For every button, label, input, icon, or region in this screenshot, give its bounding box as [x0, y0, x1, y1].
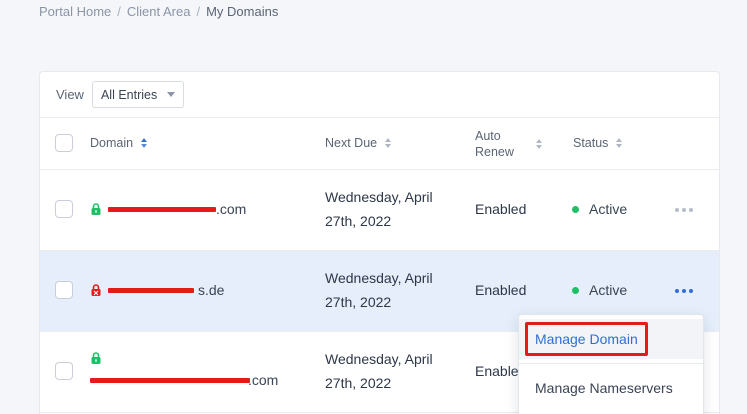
- lock-icon: [91, 203, 101, 215]
- status-badge: Active: [572, 282, 627, 298]
- status-text: Active: [589, 282, 628, 298]
- table-header: Domain Next Due Auto Renew Status: [40, 117, 719, 170]
- chevron-down-icon: [167, 92, 176, 97]
- next-due-line1: Wednesday, April: [325, 189, 433, 205]
- column-header-domain[interactable]: Domain: [90, 136, 148, 150]
- sort-icon: [385, 138, 392, 148]
- menu-divider: [519, 363, 703, 364]
- breadcrumb-client-area[interactable]: Client Area: [127, 4, 191, 19]
- next-due-line2: 27th, 2022: [325, 213, 392, 229]
- next-due-line1: Wednesday, April: [325, 351, 433, 367]
- lock-icon: [91, 352, 101, 364]
- auto-renew-cell: Enabled: [475, 282, 527, 298]
- breadcrumb-separator: /: [196, 4, 201, 19]
- breadcrumb-current: My Domains: [206, 4, 279, 19]
- breadcrumb-portal-home[interactable]: Portal Home: [39, 4, 111, 19]
- view-filter-select[interactable]: All Entries: [91, 81, 185, 108]
- next-due-line2: 27th, 2022: [325, 294, 392, 310]
- table-toolbar: View All Entries: [40, 72, 719, 117]
- domain-cell[interactable]: .com: [90, 352, 290, 388]
- status-badge: Active: [572, 201, 627, 217]
- column-header-domain-label: Domain: [90, 136, 134, 150]
- domain-suffix: s.de: [198, 282, 225, 298]
- auto-renew-cell: Enabled: [475, 201, 527, 217]
- column-header-auto-renew-line1: Auto: [475, 129, 501, 143]
- highlight-box: [525, 322, 648, 356]
- lock-icon: [91, 284, 101, 296]
- next-due-cell: Wednesday, April 27th, 2022: [325, 185, 433, 233]
- domain-cell[interactable]: .com: [90, 201, 246, 217]
- select-all-checkbox[interactable]: [55, 134, 73, 152]
- domain-cell[interactable]: s.de: [90, 282, 224, 298]
- menu-item-manage-domain[interactable]: Manage Domain: [519, 319, 703, 359]
- status-dot-icon: [572, 286, 579, 294]
- breadcrumb: Portal Home / Client Area / My Domains: [39, 4, 278, 19]
- domain-suffix: .com: [248, 372, 279, 388]
- column-header-auto-renew-line2: Renew: [475, 145, 514, 159]
- more-options-icon[interactable]: [675, 289, 693, 293]
- sort-icon: [141, 138, 148, 148]
- status-dot-icon: [572, 205, 579, 213]
- column-header-status[interactable]: Status: [573, 136, 623, 150]
- next-due-cell: Wednesday, April 27th, 2022: [325, 266, 433, 314]
- sort-icon: [616, 138, 623, 148]
- row-checkbox[interactable]: [55, 200, 73, 218]
- column-header-auto-renew-label: Auto Renew: [475, 128, 514, 160]
- column-header-next-due[interactable]: Next Due: [325, 136, 392, 150]
- redacted-domain: [108, 206, 216, 212]
- row-checkbox[interactable]: [55, 362, 73, 380]
- column-header-auto-renew[interactable]: Auto Renew: [475, 128, 542, 160]
- redacted-domain: [90, 377, 250, 383]
- domain-text: .com: [90, 372, 290, 388]
- breadcrumb-separator: /: [117, 4, 121, 19]
- more-options-icon[interactable]: [675, 208, 693, 212]
- row-checkbox[interactable]: [55, 281, 73, 299]
- view-filter-value: All Entries: [100, 87, 158, 102]
- redacted-domain: [108, 287, 194, 293]
- domain-suffix: .com: [216, 201, 247, 217]
- menu-item-manage-nameservers[interactable]: Manage Nameservers: [519, 370, 703, 406]
- view-label: View: [56, 87, 84, 102]
- sort-icon: [535, 139, 542, 149]
- next-due-line2: 27th, 2022: [325, 375, 392, 391]
- domain-actions-dropdown: Manage Domain Manage Nameservers: [518, 314, 704, 414]
- status-text: Active: [589, 201, 628, 217]
- table-row[interactable]: .com Wednesday, April 27th, 2022 Enabled…: [40, 170, 719, 251]
- column-header-next-due-label: Next Due: [325, 136, 378, 150]
- column-header-status-label: Status: [573, 136, 609, 150]
- next-due-cell: Wednesday, April 27th, 2022: [325, 347, 433, 395]
- menu-item-label: Manage Nameservers: [535, 380, 673, 396]
- next-due-line1: Wednesday, April: [325, 270, 433, 286]
